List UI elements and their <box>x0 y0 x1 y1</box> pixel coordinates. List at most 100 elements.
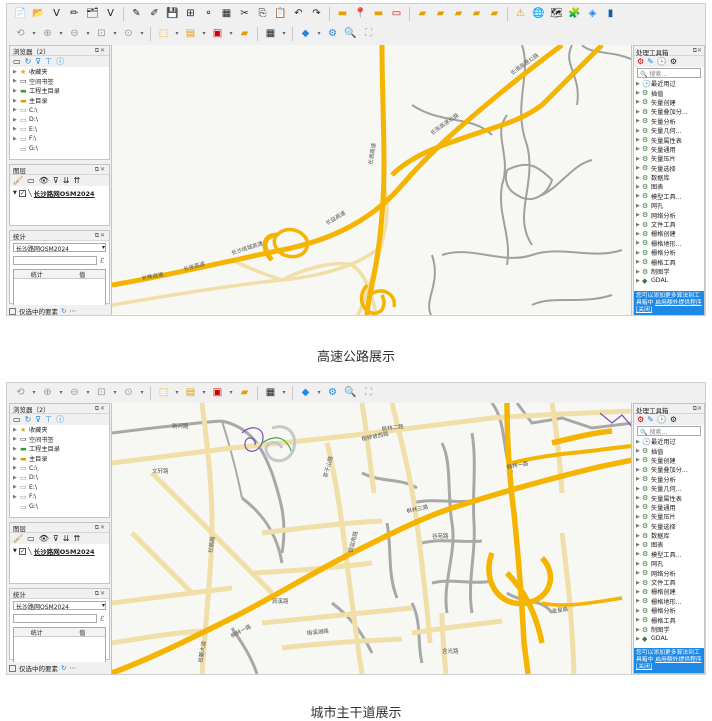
chevron-right-icon[interactable]: ▶ <box>13 446 20 452</box>
browser-item-favorites[interactable]: ▶ ★ 收藏夹 <box>10 425 109 435</box>
zoom-in-icon[interactable]: ⊕ <box>40 386 55 401</box>
chevron-down-icon[interactable]: ▾ <box>201 27 207 42</box>
layer-row[interactable]: ▼ ✓ ╲ 长沙路网OSM2024 <box>10 186 109 200</box>
browser-item-drive-f[interactable]: ▶ ▭ F:\ <box>10 134 109 144</box>
python-icon[interactable]: ▮ <box>603 7 618 22</box>
processing-item[interactable]: ▶ ⚙ 栅格创建 <box>634 587 704 597</box>
processing-item[interactable]: ▶ ⚙ 矢量分析 <box>634 475 704 484</box>
panel-buttons[interactable]: ⧉✕ <box>95 166 106 174</box>
chevron-down-icon[interactable]: ▾ <box>58 386 64 401</box>
processing-item[interactable]: ▶ ⚙ 栅格地形... <box>634 597 704 606</box>
browser-item-home[interactable]: ▶ ▬ 主目录 <box>10 96 109 106</box>
chevron-down-icon[interactable]: ▼ <box>13 548 17 554</box>
chevron-right-icon[interactable]: ▶ <box>13 136 20 142</box>
selection-checkbox[interactable] <box>9 307 16 315</box>
add-icon[interactable]: ▭ <box>13 57 21 66</box>
recalculate-icon[interactable]: ↻ <box>61 664 66 672</box>
providers-link[interactable]: 提供程序 <box>678 657 701 663</box>
column-header-value[interactable]: 值 <box>60 270 106 279</box>
info-icon[interactable]: ⓘ <box>56 56 64 67</box>
label-show-icon[interactable]: ▰ <box>433 7 448 22</box>
processing-item[interactable]: ▶ ⚙ 矢量几何... <box>634 484 704 494</box>
select-features-icon[interactable]: ⬚ <box>156 386 171 401</box>
panel-buttons[interactable]: ⧉✕ <box>95 232 106 240</box>
browser-item-drive-c[interactable]: ▶ ▭ C:\ <box>10 463 109 473</box>
panel-buttons[interactable]: ⧉✕ <box>95 405 106 413</box>
processing-item[interactable]: ▶ ⚙ 栅格分析 <box>634 248 704 258</box>
browser-item-drive-g[interactable]: ▭ G:\ <box>10 502 109 512</box>
layer-name[interactable]: 长沙路网OSM2024 <box>34 546 95 556</box>
column-header-statistic[interactable]: 统计 <box>14 270 60 279</box>
layer-icon[interactable]: 🗂 <box>85 7 100 22</box>
script-icon[interactable]: ✎ <box>647 57 654 66</box>
chevron-down-icon[interactable]: ▾ <box>201 386 207 401</box>
browser-item-drive-e[interactable]: ▶ ▭ E:\ <box>10 483 109 493</box>
chevron-right-icon[interactable]: ▶ <box>13 117 20 123</box>
add-icon[interactable]: ▭ <box>13 415 21 424</box>
filter-legend-icon[interactable]: ⊽ <box>53 534 59 543</box>
refresh-icon[interactable]: ↻ <box>25 57 32 66</box>
processing-item[interactable]: ▶ ⚙ 矢量压片 <box>634 154 704 164</box>
digitize-icon[interactable]: ✏ <box>67 7 82 22</box>
processing-item[interactable]: ▶ ◆ GDAL <box>634 634 704 643</box>
browser-item-bookmarks[interactable]: ▶ ▭ 空间书签 <box>10 77 109 87</box>
label-change-icon[interactable]: ▰ <box>415 7 430 22</box>
node-tool-icon[interactable]: ⚬ <box>201 7 216 22</box>
layers-icon[interactable]: ◆ <box>298 386 313 401</box>
expand-icon[interactable]: ⇊ <box>63 534 70 543</box>
label-rotate-icon[interactable]: ▭ <box>389 7 404 22</box>
identify-icon[interactable]: ⊙ <box>121 386 136 401</box>
chevron-down-icon[interactable]: ▾ <box>112 27 118 42</box>
chevron-right-icon[interactable]: ▶ <box>13 69 20 75</box>
select-value-icon[interactable]: ▤ <box>183 386 198 401</box>
browser-item-drive-d[interactable]: ▶ ▭ D:\ <box>10 115 109 125</box>
selection-checkbox[interactable] <box>9 664 16 672</box>
processing-item[interactable]: ▶ ⚙ 数据库 <box>634 173 704 183</box>
chevron-down-icon[interactable]: ▾ <box>58 27 64 42</box>
calculator-icon[interactable]: ▦ <box>263 386 278 401</box>
browser-item-drive-g[interactable]: ▭ G:\ <box>10 144 109 154</box>
chevron-down-icon[interactable]: ▾ <box>316 27 322 42</box>
label-hide-icon[interactable]: ▰ <box>469 7 484 22</box>
chevron-right-icon[interactable]: ▶ <box>13 88 20 94</box>
providers-link[interactable]: 提供程序 <box>678 300 701 306</box>
search-icon[interactable]: 🔍 <box>343 386 358 401</box>
panel-buttons[interactable]: ⧉✕ <box>693 405 702 412</box>
expression-icon[interactable]: ℰ <box>100 257 104 265</box>
options-icon[interactable]: ⚙ <box>670 415 677 424</box>
zoom-full-icon[interactable]: ⊡ <box>94 27 109 42</box>
fullscreen-icon[interactable]: ⛶ <box>361 27 376 42</box>
processing-item[interactable]: ▶ ⚙ 矢量选择 <box>634 164 704 173</box>
statistics-layer-select[interactable]: 长沙路网OSM2024 ▾ <box>13 601 106 611</box>
browser-item-drive-d[interactable]: ▶ ▭ D:\ <box>10 473 109 483</box>
copy-icon[interactable]: ⎘ <box>255 7 270 22</box>
pan-icon[interactable]: ⟲ <box>13 27 28 42</box>
browser-item-drive-c[interactable]: ▶ ▭ C:\ <box>10 105 109 115</box>
visibility-icon[interactable]: 👁 <box>39 176 49 185</box>
layer-checkbox[interactable]: ✓ <box>18 189 26 197</box>
processing-item[interactable]: ▶ ⚙ 插值 <box>634 446 704 456</box>
zoom-out-icon[interactable]: ⊖ <box>67 27 82 42</box>
model-icon[interactable]: ⚙ <box>637 415 644 424</box>
panel-buttons[interactable]: ⧉✕ <box>693 47 702 54</box>
settings-gear-icon[interactable]: ⚙ <box>325 27 340 42</box>
globe-icon[interactable]: 🌐 <box>531 7 546 22</box>
add-group-icon[interactable]: ▭ <box>27 534 35 543</box>
chevron-down-icon[interactable]: ▾ <box>102 602 105 609</box>
chevron-right-icon[interactable]: ▶ <box>13 436 20 442</box>
filter-settings-icon[interactable]: ⊤ <box>45 415 52 424</box>
chevron-right-icon[interactable]: ▶ <box>13 126 20 132</box>
redo-icon[interactable]: ↷ <box>309 7 324 22</box>
collapse-icon[interactable]: ⇈ <box>73 176 80 185</box>
model-icon[interactable]: ⚙ <box>637 57 644 66</box>
chevron-right-icon[interactable]: ▶ <box>13 484 20 490</box>
processing-item[interactable]: ▶ ⚙ 制图学 <box>634 267 704 277</box>
vector-icon[interactable]: V <box>103 7 118 22</box>
delete-icon[interactable]: ▦ <box>219 7 234 22</box>
chevron-down-icon[interactable]: ▾ <box>281 386 287 401</box>
chevron-down-icon[interactable]: ▾ <box>316 386 322 401</box>
processing-item[interactable]: ▶ ⚙ 矢量创建 <box>634 456 704 465</box>
processing-item[interactable]: ▶ 🕒 最近用过 <box>634 79 704 89</box>
statistics-field-select[interactable] <box>13 256 97 265</box>
chevron-down-icon[interactable]: ▾ <box>139 27 145 42</box>
